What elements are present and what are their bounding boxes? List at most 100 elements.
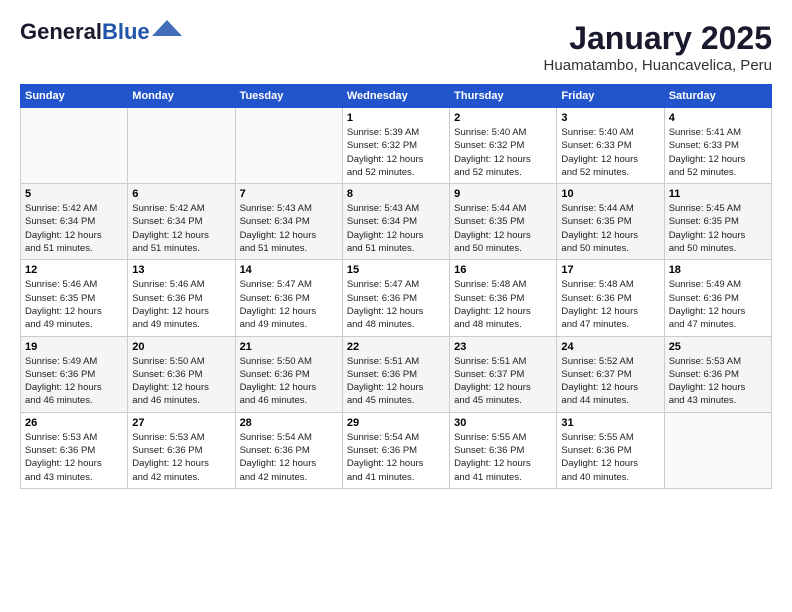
day-info: Sunrise: 5:48 AM Sunset: 6:36 PM Dayligh…	[454, 278, 552, 331]
day-number: 5	[25, 188, 123, 200]
month-title: January 2025	[544, 20, 772, 57]
day-number: 13	[132, 264, 230, 276]
day-number: 20	[132, 341, 230, 353]
calendar-cell: 31 Sunrise: 5:55 AM Sunset: 6:36 PM Dayli…	[557, 412, 664, 488]
calendar-table: SundayMondayTuesdayWednesdayThursdayFrid…	[20, 84, 772, 489]
day-info: Sunrise: 5:43 AM Sunset: 6:34 PM Dayligh…	[347, 202, 445, 255]
calendar-cell	[128, 108, 235, 184]
logo: GeneralBlue	[20, 20, 182, 44]
day-info: Sunrise: 5:43 AM Sunset: 6:34 PM Dayligh…	[240, 202, 338, 255]
calendar-cell	[21, 108, 128, 184]
weekday-header-thursday: Thursday	[450, 85, 557, 108]
location: Huamatambo, Huancavelica, Peru	[544, 57, 772, 74]
day-info: Sunrise: 5:53 AM Sunset: 6:36 PM Dayligh…	[669, 355, 767, 408]
calendar-cell: 14 Sunrise: 5:47 AM Sunset: 6:36 PM Dayli…	[235, 260, 342, 336]
day-info: Sunrise: 5:53 AM Sunset: 6:36 PM Dayligh…	[132, 431, 230, 484]
calendar-cell: 15Sunrise: 5:47 AM Sunset: 6:36 PM Dayli…	[342, 260, 449, 336]
day-number: 17	[561, 264, 659, 276]
day-info: Sunrise: 5:40 AM Sunset: 6:33 PM Dayligh…	[561, 126, 659, 179]
calendar-cell	[235, 108, 342, 184]
day-number: 22	[347, 341, 445, 353]
day-info: Sunrise: 5:55 AM Sunset: 6:36 PM Dayligh…	[561, 431, 659, 484]
day-info: Sunrise: 5:47 AM Sunset: 6:36 PM Dayligh…	[240, 278, 338, 331]
day-number: 28	[240, 417, 338, 429]
day-info: Sunrise: 5:39 AM Sunset: 6:32 PM Dayligh…	[347, 126, 445, 179]
calendar-cell: 11 Sunrise: 5:45 AM Sunset: 6:35 PM Dayli…	[664, 184, 771, 260]
day-number: 3	[561, 112, 659, 124]
calendar-cell: 7 Sunrise: 5:43 AM Sunset: 6:34 PM Daylig…	[235, 184, 342, 260]
week-row-5: 26Sunrise: 5:53 AM Sunset: 6:36 PM Dayli…	[21, 412, 772, 488]
calendar-cell: 16 Sunrise: 5:48 AM Sunset: 6:36 PM Dayli…	[450, 260, 557, 336]
calendar-cell: 23Sunrise: 5:51 AM Sunset: 6:37 PM Dayli…	[450, 336, 557, 412]
day-info: Sunrise: 5:50 AM Sunset: 6:36 PM Dayligh…	[132, 355, 230, 408]
day-info: Sunrise: 5:41 AM Sunset: 6:33 PM Dayligh…	[669, 126, 767, 179]
calendar-cell: 19 Sunrise: 5:49 AM Sunset: 6:36 PM Dayli…	[21, 336, 128, 412]
calendar-cell: 2 Sunrise: 5:40 AM Sunset: 6:32 PM Daylig…	[450, 108, 557, 184]
calendar-cell: 17 Sunrise: 5:48 AM Sunset: 6:36 PM Dayli…	[557, 260, 664, 336]
day-number: 15	[347, 264, 445, 276]
calendar-cell: 3 Sunrise: 5:40 AM Sunset: 6:33 PM Daylig…	[557, 108, 664, 184]
calendar-cell: 29 Sunrise: 5:54 AM Sunset: 6:36 PM Dayli…	[342, 412, 449, 488]
day-info: Sunrise: 5:52 AM Sunset: 6:37 PM Dayligh…	[561, 355, 659, 408]
weekday-header-saturday: Saturday	[664, 85, 771, 108]
day-number: 16	[454, 264, 552, 276]
calendar-cell: 28 Sunrise: 5:54 AM Sunset: 6:36 PM Dayli…	[235, 412, 342, 488]
calendar-cell: 24 Sunrise: 5:52 AM Sunset: 6:37 PM Dayli…	[557, 336, 664, 412]
calendar-cell: 4 Sunrise: 5:41 AM Sunset: 6:33 PM Daylig…	[664, 108, 771, 184]
day-number: 14	[240, 264, 338, 276]
day-number: 25	[669, 341, 767, 353]
day-info: Sunrise: 5:44 AM Sunset: 6:35 PM Dayligh…	[561, 202, 659, 255]
day-info: Sunrise: 5:48 AM Sunset: 6:36 PM Dayligh…	[561, 278, 659, 331]
day-number: 1	[347, 112, 445, 124]
day-number: 7	[240, 188, 338, 200]
calendar-cell: 9 Sunrise: 5:44 AM Sunset: 6:35 PM Daylig…	[450, 184, 557, 260]
day-number: 2	[454, 112, 552, 124]
day-number: 30	[454, 417, 552, 429]
calendar-cell: 12Sunrise: 5:46 AM Sunset: 6:35 PM Dayli…	[21, 260, 128, 336]
logo-text: GeneralBlue	[20, 20, 150, 44]
day-info: Sunrise: 5:51 AM Sunset: 6:36 PM Dayligh…	[347, 355, 445, 408]
calendar-cell: 8Sunrise: 5:43 AM Sunset: 6:34 PM Daylig…	[342, 184, 449, 260]
day-number: 9	[454, 188, 552, 200]
day-info: Sunrise: 5:54 AM Sunset: 6:36 PM Dayligh…	[347, 431, 445, 484]
day-info: Sunrise: 5:50 AM Sunset: 6:36 PM Dayligh…	[240, 355, 338, 408]
day-number: 11	[669, 188, 767, 200]
day-number: 29	[347, 417, 445, 429]
page-header: GeneralBlue January 2025 Huamatambo, Hua…	[20, 20, 772, 74]
calendar-cell	[664, 412, 771, 488]
day-info: Sunrise: 5:40 AM Sunset: 6:32 PM Dayligh…	[454, 126, 552, 179]
day-number: 18	[669, 264, 767, 276]
day-number: 24	[561, 341, 659, 353]
day-info: Sunrise: 5:44 AM Sunset: 6:35 PM Dayligh…	[454, 202, 552, 255]
day-number: 19	[25, 341, 123, 353]
day-info: Sunrise: 5:45 AM Sunset: 6:35 PM Dayligh…	[669, 202, 767, 255]
calendar-cell: 5 Sunrise: 5:42 AM Sunset: 6:34 PM Daylig…	[21, 184, 128, 260]
day-info: Sunrise: 5:46 AM Sunset: 6:36 PM Dayligh…	[132, 278, 230, 331]
calendar-cell: 18 Sunrise: 5:49 AM Sunset: 6:36 PM Dayli…	[664, 260, 771, 336]
title-block: January 2025 Huamatambo, Huancavelica, P…	[544, 20, 772, 74]
day-number: 31	[561, 417, 659, 429]
day-info: Sunrise: 5:42 AM Sunset: 6:34 PM Dayligh…	[132, 202, 230, 255]
day-info: Sunrise: 5:42 AM Sunset: 6:34 PM Dayligh…	[25, 202, 123, 255]
day-number: 6	[132, 188, 230, 200]
day-number: 23	[454, 341, 552, 353]
weekday-header-wednesday: Wednesday	[342, 85, 449, 108]
day-number: 21	[240, 341, 338, 353]
day-number: 12	[25, 264, 123, 276]
day-info: Sunrise: 5:54 AM Sunset: 6:36 PM Dayligh…	[240, 431, 338, 484]
weekday-header-monday: Monday	[128, 85, 235, 108]
day-number: 4	[669, 112, 767, 124]
day-info: Sunrise: 5:49 AM Sunset: 6:36 PM Dayligh…	[25, 355, 123, 408]
calendar-cell: 21 Sunrise: 5:50 AM Sunset: 6:36 PM Dayli…	[235, 336, 342, 412]
logo-icon	[152, 18, 182, 38]
calendar-cell: 27Sunrise: 5:53 AM Sunset: 6:36 PM Dayli…	[128, 412, 235, 488]
calendar-cell: 6 Sunrise: 5:42 AM Sunset: 6:34 PM Daylig…	[128, 184, 235, 260]
day-info: Sunrise: 5:53 AM Sunset: 6:36 PM Dayligh…	[25, 431, 123, 484]
weekday-header-row: SundayMondayTuesdayWednesdayThursdayFrid…	[21, 85, 772, 108]
calendar-cell: 26Sunrise: 5:53 AM Sunset: 6:36 PM Dayli…	[21, 412, 128, 488]
day-number: 10	[561, 188, 659, 200]
calendar-cell: 10 Sunrise: 5:44 AM Sunset: 6:35 PM Dayli…	[557, 184, 664, 260]
day-info: Sunrise: 5:55 AM Sunset: 6:36 PM Dayligh…	[454, 431, 552, 484]
day-info: Sunrise: 5:49 AM Sunset: 6:36 PM Dayligh…	[669, 278, 767, 331]
week-row-2: 5 Sunrise: 5:42 AM Sunset: 6:34 PM Daylig…	[21, 184, 772, 260]
